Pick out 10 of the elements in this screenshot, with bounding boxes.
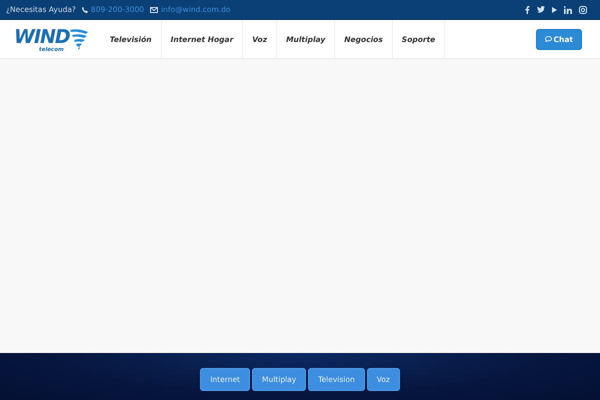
logo-wordmark[interactable]: WIND	[14, 26, 70, 48]
play-icon[interactable]	[552, 6, 557, 12]
twitter-icon[interactable]	[537, 6, 545, 13]
mail-icon	[150, 6, 158, 12]
linkedin-icon[interactable]	[564, 6, 572, 14]
phone-icon	[82, 6, 88, 12]
instagram-icon[interactable]	[579, 6, 587, 14]
speech-bubble-icon	[544, 36, 552, 42]
facebook-icon[interactable]	[525, 6, 530, 14]
swirl-logo-icon[interactable]	[70, 28, 88, 50]
